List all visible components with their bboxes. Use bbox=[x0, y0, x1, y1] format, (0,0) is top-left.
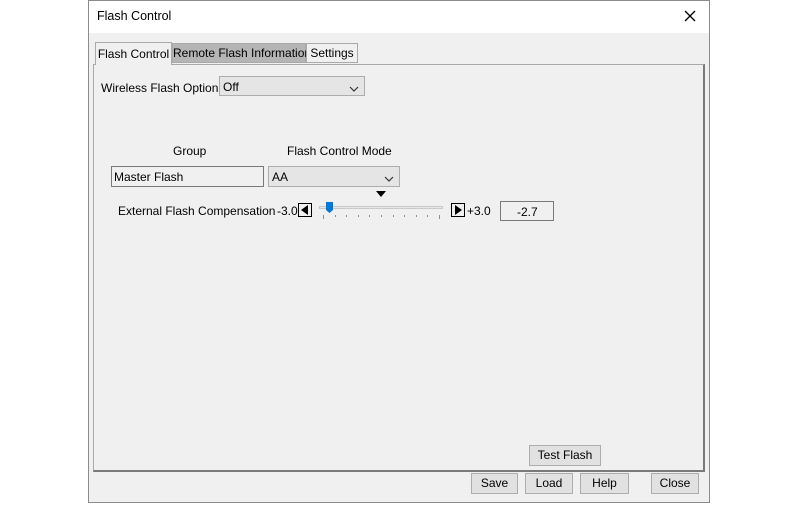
test-flash-button[interactable]: Test Flash bbox=[529, 445, 601, 466]
triangle-left-icon bbox=[301, 205, 308, 215]
flash-control-mode-column-header: Flash Control Mode bbox=[287, 144, 392, 158]
slider-tick bbox=[416, 215, 417, 217]
flash-control-window: Flash Control Flash Control Remote Flash… bbox=[88, 0, 710, 503]
flash-control-mode-value: AA bbox=[272, 170, 289, 184]
slider-tick bbox=[393, 215, 394, 217]
slider-track bbox=[319, 206, 443, 209]
compensation-increase-button[interactable] bbox=[451, 203, 465, 217]
wireless-flash-options-select[interactable]: Off bbox=[219, 76, 365, 96]
triangle-down-icon bbox=[376, 191, 386, 197]
compensation-value-field[interactable]: -2.7 bbox=[500, 201, 554, 221]
tab-remote-flash-information[interactable]: Remote Flash Information bbox=[172, 43, 311, 63]
group-column-header: Group bbox=[173, 144, 207, 158]
external-flash-compensation-label: External Flash Compensation bbox=[118, 204, 276, 218]
triangle-right-icon bbox=[455, 205, 462, 215]
title-bar: Flash Control bbox=[89, 1, 709, 33]
wireless-flash-options-value: Off bbox=[223, 80, 239, 94]
tab-settings[interactable]: Settings bbox=[306, 43, 358, 63]
tab-flash-control[interactable]: Flash Control bbox=[95, 42, 172, 65]
slider-tick bbox=[439, 215, 440, 219]
flash-control-panel: Wireless Flash Options: Off Group Flash … bbox=[93, 64, 705, 472]
group-master-flash-field: Master Flash bbox=[111, 166, 264, 187]
slider-tick bbox=[323, 215, 324, 219]
slider-tick bbox=[427, 215, 428, 217]
slider-thumb[interactable] bbox=[326, 202, 333, 213]
close-x-icon bbox=[684, 10, 696, 22]
slider-tick bbox=[381, 215, 382, 217]
compensation-value: -2.7 bbox=[517, 205, 538, 219]
compensation-slider[interactable] bbox=[319, 191, 445, 223]
compensation-max-label: +3.0 bbox=[467, 204, 491, 218]
chevron-down-icon bbox=[384, 172, 394, 186]
slider-tick bbox=[404, 215, 405, 217]
compensation-min-label: -3.0 bbox=[277, 204, 298, 218]
wireless-flash-options-label: Wireless Flash Options: bbox=[101, 81, 228, 95]
close-button[interactable]: Close bbox=[651, 473, 699, 494]
slider-tick bbox=[335, 215, 336, 217]
compensation-decrease-button[interactable] bbox=[298, 203, 312, 217]
slider-tick bbox=[346, 215, 347, 217]
close-window-button[interactable] bbox=[677, 3, 703, 29]
flash-control-mode-select[interactable]: AA bbox=[268, 166, 400, 187]
help-button[interactable]: Help bbox=[580, 473, 629, 494]
save-button[interactable]: Save bbox=[471, 473, 518, 494]
group-master-flash-value: Master Flash bbox=[114, 170, 184, 184]
slider-tick bbox=[358, 215, 359, 217]
chevron-down-icon bbox=[349, 82, 359, 96]
slider-tick bbox=[369, 215, 370, 217]
window-title: Flash Control bbox=[97, 9, 172, 23]
load-button[interactable]: Load bbox=[525, 473, 573, 494]
